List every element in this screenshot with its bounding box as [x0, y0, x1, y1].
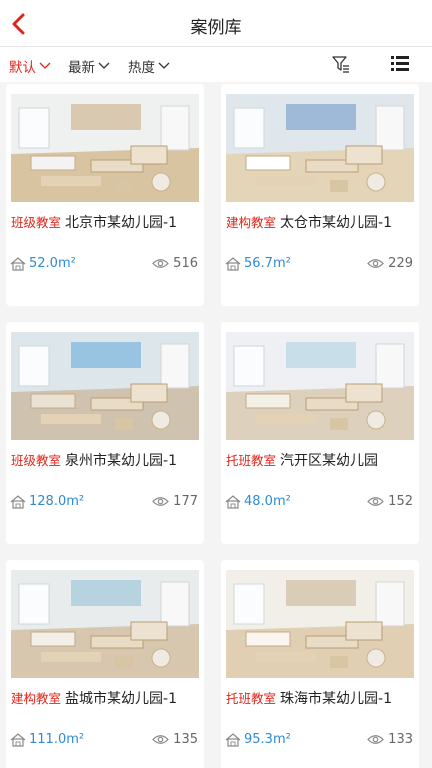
case-card[interactable]: 班级教室 北京市某幼儿园-1 52.0m² 516 [6, 84, 204, 306]
case-area-value: 128.0m² [29, 494, 85, 509]
case-views: 177 [152, 494, 198, 509]
eye-icon [367, 497, 385, 506]
case-name: 泉州市某幼儿园-1 [65, 453, 177, 469]
case-card[interactable]: 建构教室 盐城市某幼儿园-1 111.0m² 135 [6, 560, 204, 768]
case-views: 152 [367, 494, 413, 509]
case-area-value: 52.0m² [29, 256, 76, 271]
case-photo[interactable] [11, 332, 199, 440]
sort-default-label: 默认 [9, 60, 36, 76]
filter-button[interactable] [332, 55, 350, 77]
case-view-count: 177 [173, 494, 198, 509]
case-name: 太仓市某幼儿园-1 [280, 215, 392, 231]
list-view-icon [391, 56, 409, 71]
case-view-count: 133 [388, 732, 413, 747]
case-area: 48.0m² [225, 494, 291, 509]
case-area-value: 48.0m² [244, 494, 291, 509]
case-title: 建构教室 太仓市某幼儿园-1 [226, 212, 392, 232]
case-card[interactable]: 班级教室 泉州市某幼儿园-1 128.0m² 177 [6, 322, 204, 544]
case-area-value: 111.0m² [29, 732, 85, 747]
house-icon [225, 732, 241, 747]
case-area: 56.7m² [225, 256, 291, 271]
chevron-down-icon [98, 62, 110, 69]
case-area-value: 95.3m² [244, 732, 291, 747]
case-category-tag: 班级教室 [11, 215, 62, 230]
filter-bar: 默认 最新 热度 [0, 47, 432, 82]
case-card[interactable]: 托班教室 汽开区某幼儿园 48.0m² 152 [221, 322, 419, 544]
case-title: 托班教室 汽开区某幼儿园 [226, 450, 378, 470]
case-category-tag: 建构教室 [226, 215, 277, 230]
case-photo[interactable] [226, 570, 414, 678]
house-icon [225, 256, 241, 271]
case-view-count: 229 [388, 256, 413, 271]
chevron-down-icon [39, 62, 51, 69]
case-view-count: 516 [173, 256, 198, 271]
top-bar: 案例库 [0, 0, 432, 47]
eye-icon [367, 259, 385, 268]
sort-latest-label: 最新 [68, 60, 95, 76]
case-name: 北京市某幼儿园-1 [65, 215, 177, 231]
case-area-value: 56.7m² [244, 256, 291, 271]
case-category-tag: 托班教室 [226, 453, 277, 468]
house-icon [10, 732, 26, 747]
case-category-tag: 建构教室 [11, 691, 62, 706]
sort-popularity-label: 热度 [128, 60, 155, 76]
case-view-count: 152 [388, 494, 413, 509]
case-photo[interactable] [226, 94, 414, 202]
case-card[interactable]: 托班教室 珠海市某幼儿园-1 95.3m² 133 [221, 560, 419, 768]
case-area: 111.0m² [10, 732, 84, 747]
case-card[interactable]: 建构教室 太仓市某幼儿园-1 56.7m² 229 [221, 84, 419, 306]
house-icon [10, 494, 26, 509]
case-views: 135 [152, 732, 198, 747]
eye-icon [367, 735, 385, 744]
case-title: 建构教室 盐城市某幼儿园-1 [11, 688, 177, 708]
sort-default[interactable]: 默认 [9, 56, 51, 76]
house-icon [10, 256, 26, 271]
case-area: 128.0m² [10, 494, 84, 509]
case-views: 516 [152, 256, 198, 271]
eye-icon [152, 259, 170, 268]
case-photo[interactable] [226, 332, 414, 440]
case-views: 229 [367, 256, 413, 271]
case-name: 盐城市某幼儿园-1 [65, 691, 177, 707]
eye-icon [152, 497, 170, 506]
sort-latest[interactable]: 最新 [68, 56, 110, 76]
filter-icon [332, 56, 349, 73]
eye-icon [152, 735, 170, 744]
list-view-button[interactable] [391, 56, 409, 75]
case-title: 托班教室 珠海市某幼儿园-1 [226, 688, 392, 708]
house-icon [225, 494, 241, 509]
sort-popularity[interactable]: 热度 [128, 56, 170, 76]
case-views: 133 [367, 732, 413, 747]
case-view-count: 135 [173, 732, 198, 747]
case-photo[interactable] [11, 94, 199, 202]
case-title: 班级教室 泉州市某幼儿园-1 [11, 450, 177, 470]
case-category-tag: 班级教室 [11, 453, 62, 468]
case-photo[interactable] [11, 570, 199, 678]
case-name: 珠海市某幼儿园-1 [280, 691, 392, 707]
case-category-tag: 托班教室 [226, 691, 277, 706]
page-title: 案例库 [190, 18, 242, 38]
case-area: 52.0m² [10, 256, 76, 271]
chevron-down-icon [158, 62, 170, 69]
case-title: 班级教室 北京市某幼儿园-1 [11, 212, 177, 232]
case-area: 95.3m² [225, 732, 291, 747]
case-name: 汽开区某幼儿园 [280, 453, 379, 469]
